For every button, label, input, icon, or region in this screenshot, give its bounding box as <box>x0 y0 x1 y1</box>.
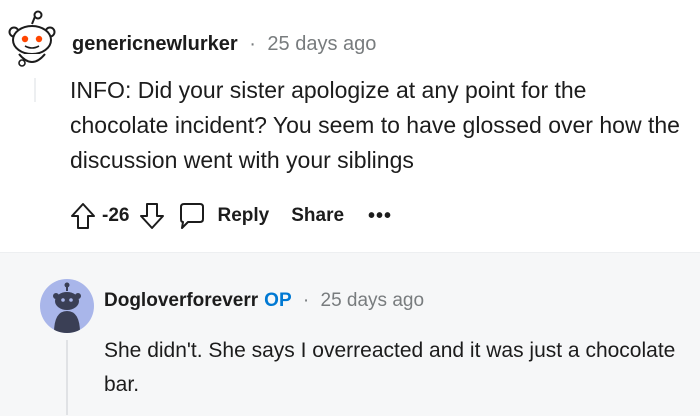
reply-body: She didn't. She says I overreacted and i… <box>104 339 676 396</box>
reply-avatar-icon[interactable] <box>40 279 94 333</box>
comment-username[interactable]: genericnewlurker <box>72 33 238 55</box>
op-badge: OP <box>264 290 292 311</box>
thread-line[interactable] <box>66 340 68 415</box>
reply-button[interactable]: Reply <box>217 205 269 227</box>
comment-meta: genericnewlurker · 25 days ago <box>72 33 376 56</box>
downvote-arrow-icon[interactable] <box>135 199 169 233</box>
comment-action-bar: -26 Reply Share ••• <box>66 199 392 233</box>
thread-line[interactable] <box>34 78 36 102</box>
commenter-avatar-icon[interactable] <box>6 10 58 70</box>
comment-body: INFO: Did your sister apologize at any p… <box>70 77 680 173</box>
more-options-button[interactable]: ••• <box>368 205 392 228</box>
vote-score: -26 <box>102 205 130 226</box>
reply-speech-bubble-icon[interactable] <box>175 199 209 233</box>
comment-timestamp[interactable]: 25 days ago <box>267 33 376 55</box>
reply-meta: Dogloverforeverr OP · 25 days ago <box>104 290 424 312</box>
meta-separator: · <box>249 33 256 55</box>
share-button[interactable]: Share <box>291 205 344 227</box>
meta-separator: · <box>302 290 310 311</box>
reply-username[interactable]: Dogloverforeverr <box>104 290 258 311</box>
reply-timestamp[interactable]: 25 days ago <box>321 290 425 311</box>
upvote-arrow-icon[interactable] <box>66 199 100 233</box>
